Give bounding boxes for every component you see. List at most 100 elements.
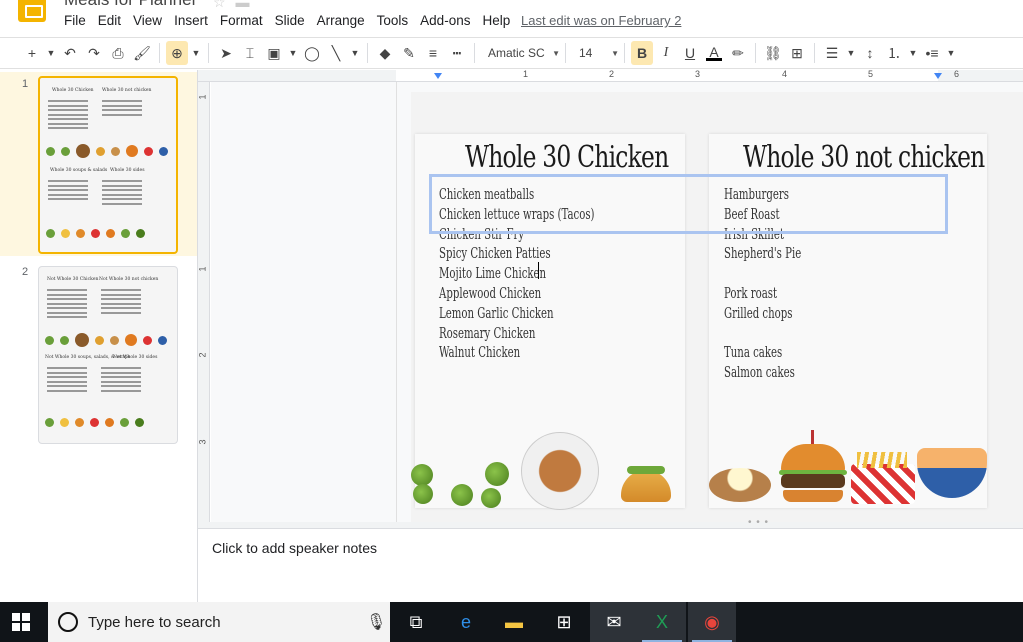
line-spacing-icon[interactable]: ↕	[859, 41, 881, 65]
bold-button[interactable]: B	[631, 41, 653, 65]
slide-number: 2	[22, 266, 29, 278]
select-cursor-icon[interactable]: ➤	[215, 41, 237, 65]
right-indent-marker[interactable]	[934, 73, 942, 79]
vertical-ruler[interactable]: 1 1 2 3	[198, 82, 210, 522]
numbered-list-dropdown-icon[interactable]: ▼	[907, 41, 919, 65]
align-icon[interactable]: ☰	[821, 41, 843, 65]
menu-tools[interactable]: Tools	[371, 12, 415, 30]
border-color-icon[interactable]: ✎	[398, 41, 420, 65]
spaghetti-plate-image	[521, 432, 599, 510]
text-box-icon[interactable]: ⌶	[239, 41, 261, 65]
new-slide-icon[interactable]: +	[21, 41, 43, 65]
chrome-icon[interactable]: ◉	[688, 602, 736, 642]
slide-thumbnail-1[interactable]: Whole 30 Chicken Whole 30 not chicken Wh…	[38, 76, 178, 254]
left-indent-marker[interactable]	[434, 73, 442, 79]
speaker-notes-panel[interactable]: Click to add speaker notes	[198, 528, 1023, 602]
undo-icon[interactable]: ↶	[59, 41, 81, 65]
thumb-text-lines	[101, 367, 141, 394]
ruler-text-area	[396, 70, 938, 81]
brussels-sprout-image	[413, 484, 433, 504]
bulleted-list-icon[interactable]: •≡	[921, 41, 943, 65]
image-dropdown-icon[interactable]: ▼	[287, 41, 299, 65]
ruler-label: 1	[197, 266, 208, 272]
border-dash-icon[interactable]: ┅	[446, 41, 468, 65]
slide-canvas[interactable]: Whole 30 Chicken Whole 30 not chicken Ch…	[211, 82, 1023, 522]
text-color-button[interactable]: A	[703, 41, 725, 65]
numbered-list-icon[interactable]: ⒈	[883, 41, 905, 65]
underline-button[interactable]: U	[679, 41, 701, 65]
slides-app: Meals for Planner ☆▬ File Edit View Inse…	[0, 0, 1023, 642]
toolbar-divider	[814, 43, 815, 63]
menu-arrange[interactable]: Arrange	[311, 12, 371, 30]
new-slide-dropdown-icon[interactable]: ▼	[45, 41, 57, 65]
excel-icon[interactable]: X	[638, 602, 686, 642]
task-view-icon[interactable]: ⧉	[392, 602, 440, 642]
edge-browser-icon[interactable]: e	[442, 602, 490, 642]
bulleted-list-dropdown-icon[interactable]: ▼	[945, 41, 957, 65]
list-item: Walnut Chicken	[439, 345, 521, 362]
slide-number: 1	[22, 78, 29, 90]
slide-filmstrip: 1 Whole 30 Chicken Whole 30 not chicken …	[0, 70, 198, 637]
thumb-heading: Whole 30 Chicken	[52, 88, 94, 93]
italic-button[interactable]: I	[655, 41, 677, 65]
right-heading[interactable]: Whole 30 not chicken	[743, 140, 985, 175]
font-dropdown-icon: ▼	[552, 48, 560, 58]
ruler-label: 3	[197, 439, 208, 445]
taskbar-search[interactable]: Type here to search 🎙	[48, 602, 390, 642]
slides-logo-icon[interactable]	[18, 0, 46, 22]
thumb-heading: Not Whole 30 not chicken	[99, 277, 159, 282]
toolbar: + ▼ ↶ ↷ ⎙ 🖌 ⊕ ▼ ➤ ⌶ ▣ ▼ ◯ ╲ ▼ ◆ ✎ ≡ ┅ Am…	[0, 37, 1023, 69]
toolbar-divider	[474, 43, 475, 63]
ruler-label: 3	[695, 69, 701, 79]
slide-thumbnail-2[interactable]: Not Whole 30 Chicken Not Whole 30 not ch…	[38, 266, 178, 444]
toolbar-divider	[755, 43, 756, 63]
last-edit-link[interactable]: Last edit was on February 2	[521, 12, 681, 30]
left-heading[interactable]: Whole 30 Chicken	[465, 140, 669, 175]
horizontal-ruler[interactable]: 1 2 3 4 5 6	[198, 69, 1023, 82]
toolbar-divider	[565, 43, 566, 63]
thumb-heading: Whole 30 sides	[110, 168, 145, 173]
mail-icon[interactable]: ✉	[590, 602, 638, 642]
thumb-food-row	[46, 144, 174, 158]
file-explorer-icon[interactable]: ▬	[490, 602, 538, 642]
text-box-selection[interactable]	[429, 174, 948, 234]
redo-icon[interactable]: ↷	[83, 41, 105, 65]
font-size-select[interactable]: 14 ▼	[571, 46, 619, 60]
menu-slide[interactable]: Slide	[269, 12, 311, 30]
menu-file[interactable]: File	[58, 12, 92, 30]
print-icon[interactable]: ⎙	[107, 41, 129, 65]
menu-edit[interactable]: Edit	[92, 12, 127, 30]
zoom-icon[interactable]: ⊕	[166, 41, 188, 65]
text-cursor	[538, 262, 539, 279]
microphone-icon[interactable]: 🎙	[366, 612, 386, 632]
highlight-color-icon[interactable]: ✏	[727, 41, 749, 65]
windows-start-icon[interactable]	[12, 613, 30, 631]
toolbar-divider	[624, 43, 625, 63]
store-icon[interactable]: ⊞	[540, 602, 588, 642]
fill-color-icon[interactable]: ◆	[374, 41, 396, 65]
brussels-sprout-image	[481, 488, 501, 508]
current-slide[interactable]: Whole 30 Chicken Whole 30 not chicken Ch…	[411, 92, 1023, 522]
border-weight-icon[interactable]: ≡	[422, 41, 444, 65]
menu-format[interactable]: Format	[214, 12, 269, 30]
star-icon[interactable]: ☆▬	[213, 0, 260, 11]
zoom-dropdown-icon[interactable]: ▼	[190, 41, 202, 65]
comment-icon[interactable]: ⊞	[786, 41, 808, 65]
menu-insert[interactable]: Insert	[168, 12, 214, 30]
text-color-label: A	[709, 43, 719, 60]
speaker-notes-placeholder[interactable]: Click to add speaker notes	[212, 540, 377, 556]
shape-icon[interactable]: ◯	[301, 41, 323, 65]
align-dropdown-icon[interactable]: ▼	[845, 41, 857, 65]
document-title[interactable]: Meals for Planner	[64, 0, 197, 10]
menu-view[interactable]: View	[127, 12, 168, 30]
line-icon[interactable]: ╲	[325, 41, 347, 65]
thumb-food-row	[46, 226, 174, 240]
link-icon[interactable]: ⛓	[762, 41, 784, 65]
menu-addons[interactable]: Add-ons	[414, 12, 476, 30]
ruler-label: 5	[868, 69, 874, 79]
font-select[interactable]: Amatic SC ▼	[480, 46, 560, 60]
menu-help[interactable]: Help	[476, 12, 516, 30]
line-dropdown-icon[interactable]: ▼	[349, 41, 361, 65]
paint-format-icon[interactable]: 🖌	[131, 41, 153, 65]
image-icon[interactable]: ▣	[263, 41, 285, 65]
